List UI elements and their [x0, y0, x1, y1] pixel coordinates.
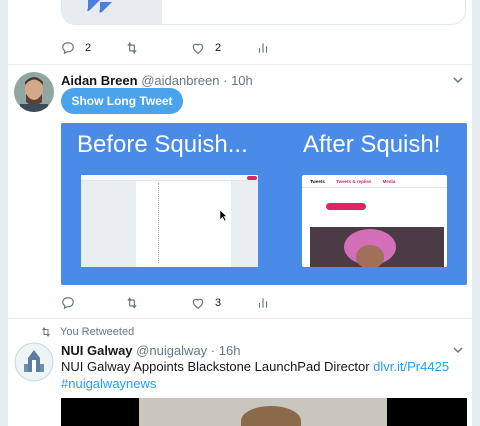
author-name[interactable]: NUI Galway	[61, 343, 133, 358]
cursor-icon	[219, 209, 228, 222]
show-long-tweet-button[interactable]: Show Long Tweet	[61, 88, 183, 114]
like-count: 3	[215, 297, 222, 309]
retweeted-icon	[42, 327, 50, 337]
reply-icon	[62, 42, 74, 55]
before-tweet-button	[247, 176, 257, 180]
avatar-image	[14, 72, 54, 112]
reply-icon	[62, 297, 74, 310]
reply-action[interactable]	[61, 293, 75, 313]
tweet-divider	[8, 318, 472, 319]
like-count: 2	[215, 42, 222, 54]
like-action[interactable]: 3	[191, 293, 221, 313]
after-media-image	[310, 227, 444, 267]
like-action[interactable]: 2	[191, 38, 221, 58]
before-screenshot	[81, 175, 258, 267]
tweet-header: NUI Galway @nuigalway · 16h	[61, 343, 240, 358]
avatar[interactable]	[14, 342, 54, 382]
tweet-body: NUI Galway Appoints Blackstone LaunchPad…	[61, 359, 374, 374]
tweet-hashtag[interactable]: #nuigalwaynews	[61, 376, 156, 391]
retweet-context-label[interactable]: You Retweeted	[60, 326, 134, 338]
tweet-header: Aidan Breen @aidanbreen · 10h	[61, 73, 253, 88]
media-caption-after: After Squish!	[303, 131, 441, 158]
retweet-action[interactable]	[125, 38, 139, 58]
after-show-button	[326, 203, 366, 210]
analytics-action[interactable]	[256, 38, 270, 58]
analytics-action[interactable]	[256, 293, 270, 313]
retweet-icon	[127, 297, 137, 309]
after-tab-tweets: Tweets	[310, 179, 325, 184]
author-name[interactable]: Aidan Breen	[61, 73, 138, 88]
separator: ·	[223, 73, 228, 88]
after-tab-media: Media	[382, 179, 396, 184]
after-tab-replies: Tweets & replies	[336, 179, 372, 184]
chevron-down-icon[interactable]	[452, 344, 464, 356]
reply-action[interactable]: 2	[61, 38, 91, 58]
retweet-icon	[127, 42, 137, 54]
tweet-divider	[8, 64, 472, 65]
analytics-icon	[258, 298, 268, 308]
tweet-media[interactable]	[61, 398, 467, 426]
timeline-left-gutter	[0, 0, 8, 426]
tweet-link[interactable]: dlvr.it/Pr4425	[373, 359, 449, 374]
chevron-down-icon[interactable]	[452, 74, 464, 86]
nuigalway-logo-avatar	[14, 342, 54, 382]
tweet-text: NUI Galway Appoints Blackstone LaunchPad…	[61, 358, 461, 392]
tweet-time[interactable]: 10h	[231, 73, 253, 88]
after-screenshot: Tweets Tweets & replies Media	[302, 175, 447, 267]
retweet-context: You Retweeted	[40, 326, 134, 338]
author-handle[interactable]: @nuigalway	[136, 343, 207, 358]
previous-tweet-card[interactable]	[61, 0, 466, 25]
retweet-action[interactable]	[125, 293, 139, 313]
after-media-art	[310, 227, 444, 267]
analytics-icon	[258, 43, 268, 53]
separator: ·	[210, 343, 216, 358]
after-tabs: Tweets Tweets & replies Media	[310, 179, 405, 184]
after-tab-bar	[302, 187, 447, 188]
before-left-column	[81, 181, 136, 267]
before-right-column	[231, 181, 258, 267]
like-icon	[192, 43, 204, 54]
card-thumbnail	[62, 0, 162, 24]
like-icon	[192, 298, 204, 309]
media-caption-before: Before Squish...	[77, 131, 248, 158]
tweet-time[interactable]: 16h	[219, 343, 241, 358]
tweet-media[interactable]: Before Squish... After Squish! Tweets Tw…	[61, 123, 467, 285]
avatar[interactable]	[14, 72, 54, 112]
before-timeline-column	[158, 183, 159, 263]
author-handle[interactable]: @aidanbreen	[141, 73, 219, 88]
reply-count: 2	[85, 42, 92, 54]
card-logo-icon	[87, 0, 112, 13]
timeline-right-gutter	[472, 0, 480, 426]
